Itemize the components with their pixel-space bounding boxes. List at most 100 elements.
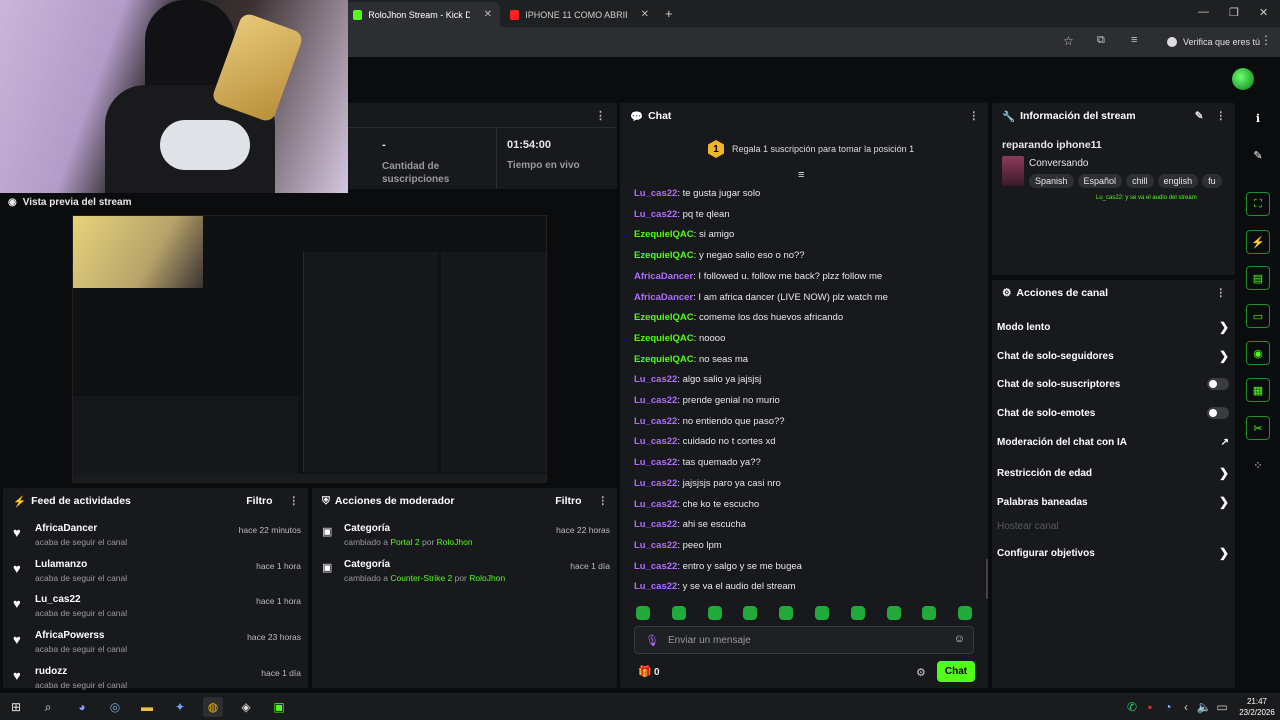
- modact-filter-button[interactable]: Filtro: [555, 495, 581, 507]
- feed-username[interactable]: Lu_cas22: [35, 594, 81, 605]
- emote-icon[interactable]: [671, 606, 686, 620]
- actions-menu-icon[interactable]: ⋮: [1216, 287, 1226, 299]
- modact-by[interactable]: RoloJhon: [437, 537, 473, 547]
- tray-chevron-icon[interactable]: ‹: [1176, 697, 1196, 717]
- collapse-icon[interactable]: ≡: [798, 169, 804, 181]
- close-tab-icon[interactable]: ✕: [484, 9, 492, 20]
- tag[interactable]: fu: [1202, 174, 1222, 188]
- channel-action-item[interactable]: Chat de solo-seguidores ❯: [997, 349, 1229, 363]
- emote-icon[interactable]: [743, 606, 758, 620]
- feed-filter-button[interactable]: Filtro: [246, 495, 272, 507]
- search-icon[interactable]: ⌕: [38, 697, 58, 717]
- obs-icon[interactable]: ◈: [236, 697, 256, 717]
- channel-action-item[interactable]: Chat de solo-emotes: [997, 407, 1229, 419]
- chat-scrollbar[interactable]: [986, 559, 988, 599]
- wrench-tool-icon[interactable]: ✂: [1246, 416, 1270, 440]
- restore-icon[interactable]: ❐: [1229, 6, 1239, 19]
- stream-preview-video[interactable]: [72, 215, 547, 483]
- stats-menu-icon[interactable]: ⋮: [595, 109, 606, 122]
- toggle-switch[interactable]: [1207, 378, 1229, 390]
- emote-icon[interactable]: [922, 606, 937, 620]
- emote-icon[interactable]: [886, 606, 901, 620]
- layout-icon[interactable]: ▦: [1246, 378, 1270, 402]
- chat-username[interactable]: Lu_cas22: [634, 457, 677, 468]
- verify-button[interactable]: Verifica que eres tú: [1159, 33, 1268, 51]
- chat-username[interactable]: AfricaDancer: [634, 292, 693, 303]
- tab-youtube[interactable]: IPHONE 11 COMO ABRIR E TRO ✕: [502, 2, 657, 27]
- modact-value[interactable]: Counter-Strike 2: [390, 573, 452, 583]
- edit-pencil-icon[interactable]: ✎: [1195, 110, 1204, 122]
- tag[interactable]: chill: [1126, 174, 1154, 188]
- chat-username[interactable]: Lu_cas22: [634, 188, 677, 199]
- tray-volume-icon[interactable]: 🔈: [1194, 697, 1214, 717]
- chat-username[interactable]: Lu_cas22: [634, 436, 677, 447]
- clock[interactable]: 21:47 23/2/2026: [1238, 696, 1276, 718]
- chat-username[interactable]: EzequielQAC: [634, 333, 694, 344]
- channel-action-item[interactable]: Modo lento ❯: [997, 320, 1229, 334]
- lightning-icon[interactable]: ⚡: [1246, 230, 1270, 254]
- channel-action-item[interactable]: Configurar objetivos ❯: [997, 546, 1229, 560]
- bookmark-star-icon[interactable]: ☆: [1063, 34, 1074, 48]
- channel-action-item[interactable]: Chat de solo-suscriptores: [997, 378, 1229, 390]
- new-tab-button[interactable]: +: [665, 6, 673, 21]
- fullscreen-icon[interactable]: ⛶: [1246, 192, 1270, 216]
- chat-settings-icon[interactable]: ⚙: [916, 666, 926, 679]
- feed-menu-icon[interactable]: ⋮: [289, 495, 299, 507]
- chat-username[interactable]: EzequielQAC: [634, 354, 694, 365]
- toggle-switch[interactable]: [1207, 407, 1229, 419]
- modact-by[interactable]: RoloJhon: [469, 573, 505, 583]
- chat-username[interactable]: Lu_cas22: [634, 519, 677, 530]
- clipboard-icon[interactable]: ▤: [1246, 266, 1270, 290]
- feed-username[interactable]: AfricaPowerss: [35, 630, 104, 641]
- modact-menu-icon[interactable]: ⋮: [598, 495, 608, 507]
- tray-network-icon[interactable]: ◔: [1158, 697, 1178, 717]
- tag[interactable]: english: [1157, 174, 1199, 188]
- channel-action-item[interactable]: Moderación del chat con IA ↗: [997, 437, 1229, 448]
- emoji-icon[interactable]: ☺: [954, 633, 965, 645]
- info-menu-icon[interactable]: ⋮: [1216, 110, 1226, 122]
- tag[interactable]: Spanish: [1029, 174, 1074, 188]
- chat-username[interactable]: Lu_cas22: [634, 209, 677, 220]
- discord-icon[interactable]: ◕: [72, 697, 92, 717]
- file-explorer-icon[interactable]: ▬: [137, 697, 157, 717]
- emote-icon[interactable]: [815, 606, 829, 620]
- emote-icon[interactable]: [779, 606, 794, 620]
- modact-value[interactable]: Portal 2: [390, 537, 419, 547]
- chat-username[interactable]: Lu_cas22: [634, 581, 677, 592]
- emote-icon[interactable]: [707, 606, 722, 620]
- user-avatar[interactable]: [1232, 68, 1254, 90]
- minimize-icon[interactable]: —: [1198, 6, 1209, 18]
- chat-menu-icon[interactable]: ⋮: [969, 110, 979, 122]
- chat-username[interactable]: EzequielQAC: [634, 312, 694, 323]
- media-icon[interactable]: ≡: [1131, 34, 1137, 46]
- send-chat-button[interactable]: Chat: [937, 661, 975, 682]
- tab-kick-dashboard[interactable]: RoloJhon Stream - Kick Dashbo ✕: [345, 2, 500, 27]
- chat-username[interactable]: Lu_cas22: [634, 374, 677, 385]
- chat-icon[interactable]: ▭: [1246, 304, 1270, 328]
- chat-username[interactable]: EzequielQAC: [634, 229, 694, 240]
- steam-icon[interactable]: ◎: [105, 697, 125, 717]
- close-tab-icon[interactable]: ✕: [641, 9, 649, 20]
- copilot-icon[interactable]: ✦: [170, 697, 190, 717]
- emote-icon[interactable]: [636, 606, 650, 620]
- tag[interactable]: Español: [1077, 174, 1123, 188]
- chat-username[interactable]: Lu_cas22: [634, 499, 677, 510]
- add-widget-icon[interactable]: ⁘: [1246, 453, 1270, 477]
- message-input[interactable]: 🎙 Enviar un mensaje ☺: [634, 626, 974, 654]
- tray-display-icon[interactable]: ▭: [1212, 697, 1232, 717]
- chat-username[interactable]: Lu_cas22: [634, 478, 677, 489]
- chat-username[interactable]: Lu_cas22: [634, 395, 677, 406]
- feed-username[interactable]: rudozz: [35, 666, 67, 677]
- emote-icon[interactable]: [850, 606, 865, 620]
- extensions-icon[interactable]: ⧉: [1097, 34, 1105, 47]
- edit-icon[interactable]: ✎: [1246, 143, 1270, 167]
- kick-app-icon[interactable]: ▣: [269, 697, 289, 717]
- windows-start-icon[interactable]: ⊞: [6, 697, 26, 717]
- microphone-icon[interactable]: 🎙: [645, 634, 659, 647]
- chat-username[interactable]: Lu_cas22: [634, 561, 677, 572]
- tray-app-icon[interactable]: ▪: [1140, 697, 1160, 717]
- close-window-icon[interactable]: ✕: [1259, 6, 1268, 19]
- feed-username[interactable]: Lulamanzo: [35, 559, 87, 570]
- emote-icon[interactable]: [958, 606, 973, 620]
- feed-username[interactable]: AfricaDancer: [35, 523, 97, 534]
